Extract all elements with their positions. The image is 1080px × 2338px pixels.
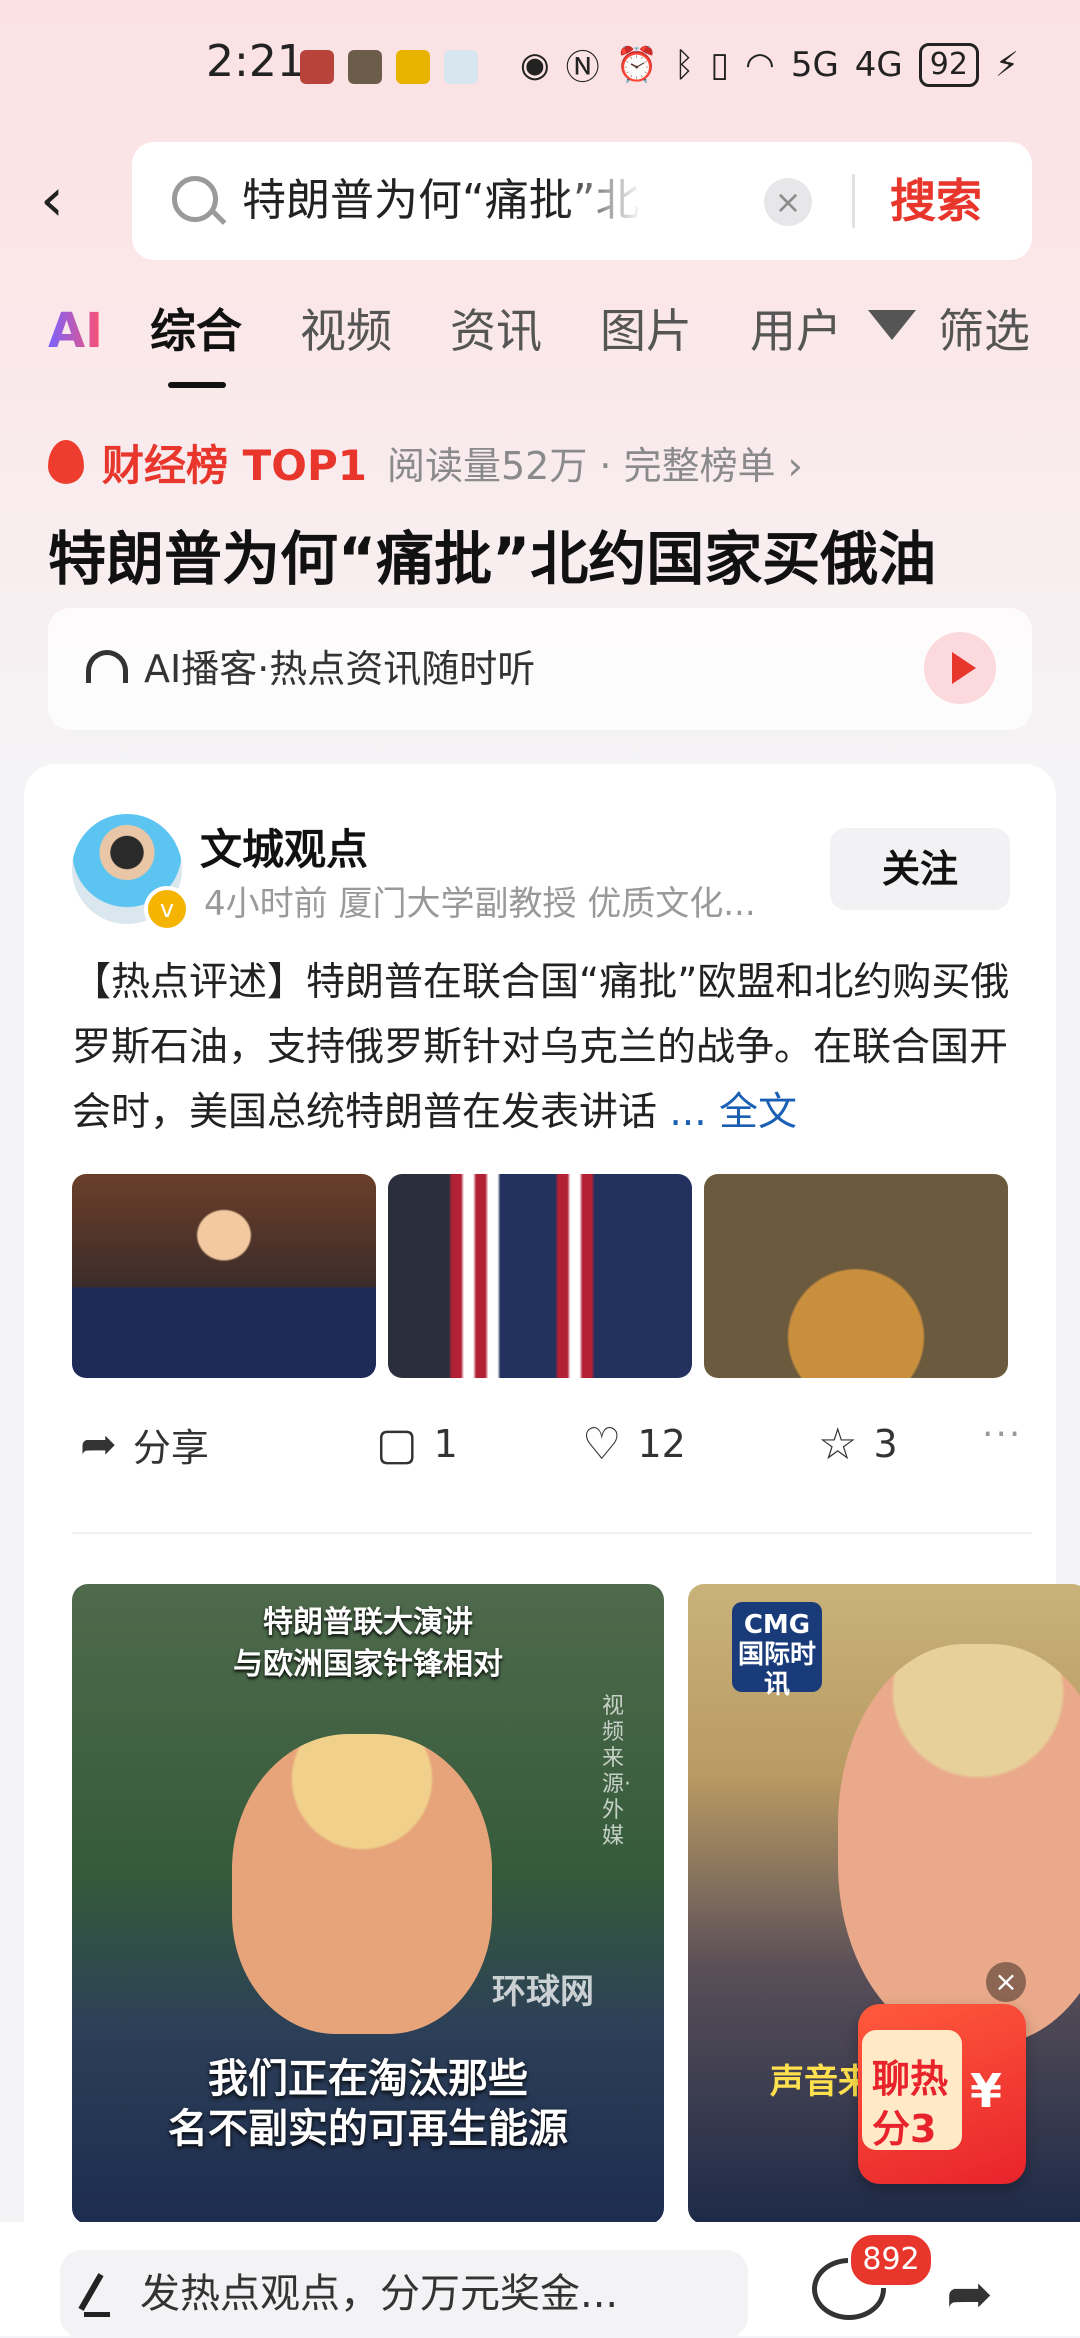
rank-meta[interactable]: 阅读量52万 · 完整榜单 › bbox=[387, 435, 803, 490]
video-thumbnail-subject bbox=[232, 1734, 492, 2034]
favorite-count: 3 bbox=[873, 1422, 898, 1466]
star-icon: ☆ bbox=[818, 1418, 858, 1470]
cmg-logo: CMG 国际时讯 bbox=[732, 1602, 822, 1700]
notification-icons bbox=[300, 50, 478, 84]
share-button[interactable]: ➦ 分享 bbox=[80, 1404, 209, 1484]
search-icon bbox=[172, 176, 218, 222]
packet-card: 聊热 分3 bbox=[862, 2030, 962, 2151]
video-caption-bottom: 我们正在淘汰那些 名不副实的可再生能源 bbox=[168, 2056, 568, 2152]
favorite-button[interactable]: ☆ 3 bbox=[818, 1404, 898, 1484]
heart-icon: ♡ bbox=[582, 1418, 622, 1470]
author-name[interactable]: 文城观点 bbox=[200, 816, 368, 877]
app-notification-icon bbox=[348, 50, 382, 84]
alarm-icon: ⏰ bbox=[615, 44, 659, 85]
author-meta: 4小时前 厦门大学副教授 优质文化... bbox=[204, 884, 756, 924]
headphone-icon bbox=[86, 650, 128, 683]
signal-5g-icon: 5G bbox=[790, 44, 839, 85]
category-tabs: AI 综合 视频 资讯 图片 用户 筛选 bbox=[0, 296, 1080, 396]
video-card[interactable]: 特朗普联大演讲 与欧洲国家针锋相对 视频来源·外媒 环球网 我们正在淘汰那些 名… bbox=[72, 1584, 664, 2224]
weibo-icon bbox=[396, 50, 430, 84]
like-count: 12 bbox=[637, 1422, 686, 1466]
video-watermark: 环球网 bbox=[492, 1972, 594, 2012]
bluetooth-icon: ᛒ bbox=[674, 44, 695, 85]
share-icon: ➦ bbox=[80, 1418, 117, 1470]
signal-4g-icon: 4G bbox=[854, 44, 903, 85]
comment-input[interactable]: 发热点观点，分万元奖金... bbox=[60, 2250, 748, 2338]
tab-images[interactable]: 图片 bbox=[600, 296, 692, 366]
tab-ai[interactable]: AI bbox=[48, 296, 103, 366]
search-button[interactable]: 搜索 bbox=[890, 168, 982, 234]
post-images bbox=[72, 1174, 1008, 1378]
wifi-icon: ◠ bbox=[745, 44, 775, 85]
nfc-icon: Ⓝ bbox=[565, 48, 600, 88]
post-image[interactable] bbox=[388, 1174, 692, 1378]
hot-rank-row[interactable]: 财经榜 TOP1 阅读量52万 · 完整榜单 › bbox=[48, 430, 803, 494]
ai-podcast-bar[interactable]: AI播客·热点资讯随时听 bbox=[48, 608, 1032, 730]
tab-news[interactable]: 资讯 bbox=[450, 296, 542, 366]
share-icon[interactable]: ➦ bbox=[946, 2262, 993, 2327]
close-packet-button[interactable]: × bbox=[986, 1962, 1026, 2002]
vibrate-icon: ▯ bbox=[710, 44, 730, 85]
comment-count: 1 bbox=[433, 1422, 458, 1466]
charging-icon: ⚡ bbox=[994, 44, 1019, 85]
video-caption-top: 特朗普联大演讲 与欧洲国家针锋相对 bbox=[233, 1605, 503, 1682]
hot-headline: 特朗普为何“痛批”北约国家买俄油 bbox=[48, 525, 937, 593]
status-time: 2:21 bbox=[206, 36, 305, 87]
status-bar: 2:21 ◉ Ⓝ ⏰ ᛒ ▯ ◠ 5G 4G 92 ⚡ bbox=[0, 0, 1080, 130]
eye-icon: ◉ bbox=[520, 44, 550, 85]
post-body-text: 【热点评述】特朗普在联合国“痛批”欧盟和北约购买俄罗斯石油，支持俄罗斯针对乌克兰… bbox=[72, 960, 1010, 1135]
podcast-label: AI播客·热点资讯随时听 bbox=[144, 647, 536, 691]
video-source-label: 视频来源·外媒 bbox=[602, 1694, 631, 1849]
play-button[interactable] bbox=[924, 632, 996, 704]
search-input[interactable]: 特朗普为何“痛批”北约国家买俄油 bbox=[242, 168, 642, 234]
comment-button[interactable]: ▢ 1 bbox=[376, 1404, 458, 1484]
fire-icon bbox=[48, 440, 84, 484]
chevron-left-icon: ‹ bbox=[40, 165, 64, 235]
video-caption: 声音来 bbox=[770, 2062, 872, 2102]
tab-all[interactable]: 综合 bbox=[150, 296, 242, 366]
like-button[interactable]: ♡ 12 bbox=[582, 1404, 686, 1484]
search-divider bbox=[852, 174, 855, 228]
video-thumbnail-subject bbox=[838, 1644, 1080, 2044]
post-image[interactable] bbox=[704, 1174, 1008, 1378]
comment-placeholder: 发热点观点，分万元奖金... bbox=[140, 2271, 619, 2317]
filter-icon[interactable] bbox=[868, 310, 916, 340]
bottom-bar: 发热点观点，分万元奖金... 892 ➦ bbox=[0, 2222, 1080, 2338]
search-box[interactable]: 特朗普为何“痛批”北约国家买俄油 × 搜索 bbox=[132, 142, 1032, 260]
filter-button[interactable]: 筛选 bbox=[938, 296, 1030, 366]
card-divider bbox=[72, 1532, 1032, 1534]
back-button[interactable]: ‹ bbox=[40, 160, 100, 240]
status-indicators: ◉ Ⓝ ⏰ ᛒ ▯ ◠ 5G 4G 92 ⚡ bbox=[520, 40, 1019, 89]
comment-icon: ▢ bbox=[376, 1418, 418, 1470]
app-notification-icon bbox=[300, 50, 334, 84]
comment-count-badge: 892 bbox=[848, 2232, 934, 2288]
app-notification-icon bbox=[444, 50, 478, 84]
clear-search-button[interactable]: × bbox=[764, 178, 812, 226]
packet-text: 聊热 分3 bbox=[872, 2057, 949, 2151]
post-body[interactable]: 【热点评述】特朗普在联合国“痛批”欧盟和北约购买俄罗斯石油，支持俄罗斯针对乌克兰… bbox=[72, 950, 1032, 1145]
red-packet-widget[interactable]: 聊热 分3 ¥ bbox=[858, 2004, 1026, 2184]
post-actions: ➦ 分享 ▢ 1 ♡ 12 ☆ 3 ··· bbox=[72, 1404, 1032, 1484]
tab-video[interactable]: 视频 bbox=[300, 296, 392, 366]
share-label: 分享 bbox=[132, 1425, 209, 1470]
yen-icon: ¥ bbox=[970, 2064, 1003, 2118]
post-image[interactable] bbox=[72, 1174, 376, 1378]
pen-icon-base bbox=[84, 2312, 110, 2317]
battery-indicator: 92 bbox=[918, 42, 979, 87]
tab-users[interactable]: 用户 bbox=[750, 296, 842, 366]
follow-button[interactable]: 关注 bbox=[830, 828, 1010, 910]
verified-badge-icon: v bbox=[144, 886, 190, 932]
more-options-icon[interactable]: ··· bbox=[982, 1414, 1022, 1455]
pen-icon bbox=[78, 2273, 104, 2311]
rank-label: 财经榜 TOP1 bbox=[102, 440, 367, 490]
read-more-link[interactable]: ... 全文 bbox=[669, 1090, 797, 1135]
active-tab-indicator bbox=[168, 382, 226, 388]
